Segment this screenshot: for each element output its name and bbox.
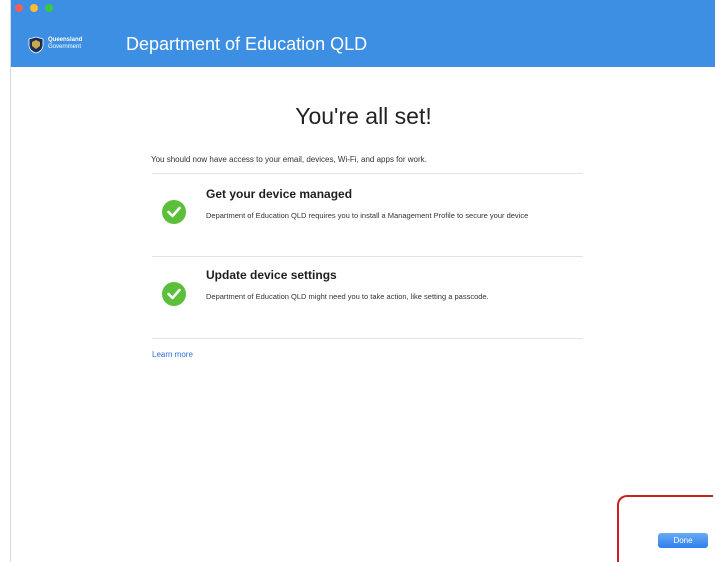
item-title: Get your device managed — [206, 187, 353, 201]
header-title: Department of Education QLD — [126, 34, 368, 54]
item-description: Department of Education QLD requires you… — [206, 211, 529, 220]
crest-icon — [28, 36, 44, 54]
zoom-window-button[interactable] — [45, 4, 53, 12]
item-title: Update device settings — [206, 268, 337, 282]
item-description: Department of Education QLD might need y… — [206, 292, 489, 301]
logo-line-2: Government — [48, 44, 82, 50]
intro-text: You should now have access to your email… — [151, 155, 427, 164]
learn-more-link[interactable]: Learn more — [152, 350, 193, 359]
close-window-button[interactable] — [15, 4, 23, 12]
list-item-device-settings: Update device settings Department of Edu… — [152, 256, 583, 337]
window-header: Queensland Government Department of Educ… — [11, 0, 715, 67]
highlight-annotation — [617, 495, 713, 562]
page-title: You're all set! — [295, 103, 432, 129]
logo-text: Queensland Government — [48, 37, 82, 51]
check-circle-icon — [162, 200, 186, 224]
queensland-government-logo: Queensland Government — [27, 36, 119, 54]
divider — [152, 338, 583, 339]
list-item-device-managed: Get your device managed Department of Ed… — [152, 173, 583, 254]
app-window: Queensland Government Department of Educ… — [10, 0, 715, 562]
logo-line-1: Queensland — [48, 37, 83, 43]
check-circle-icon — [162, 282, 186, 306]
minimize-window-button[interactable] — [30, 4, 38, 12]
done-button[interactable]: Done — [658, 533, 708, 548]
